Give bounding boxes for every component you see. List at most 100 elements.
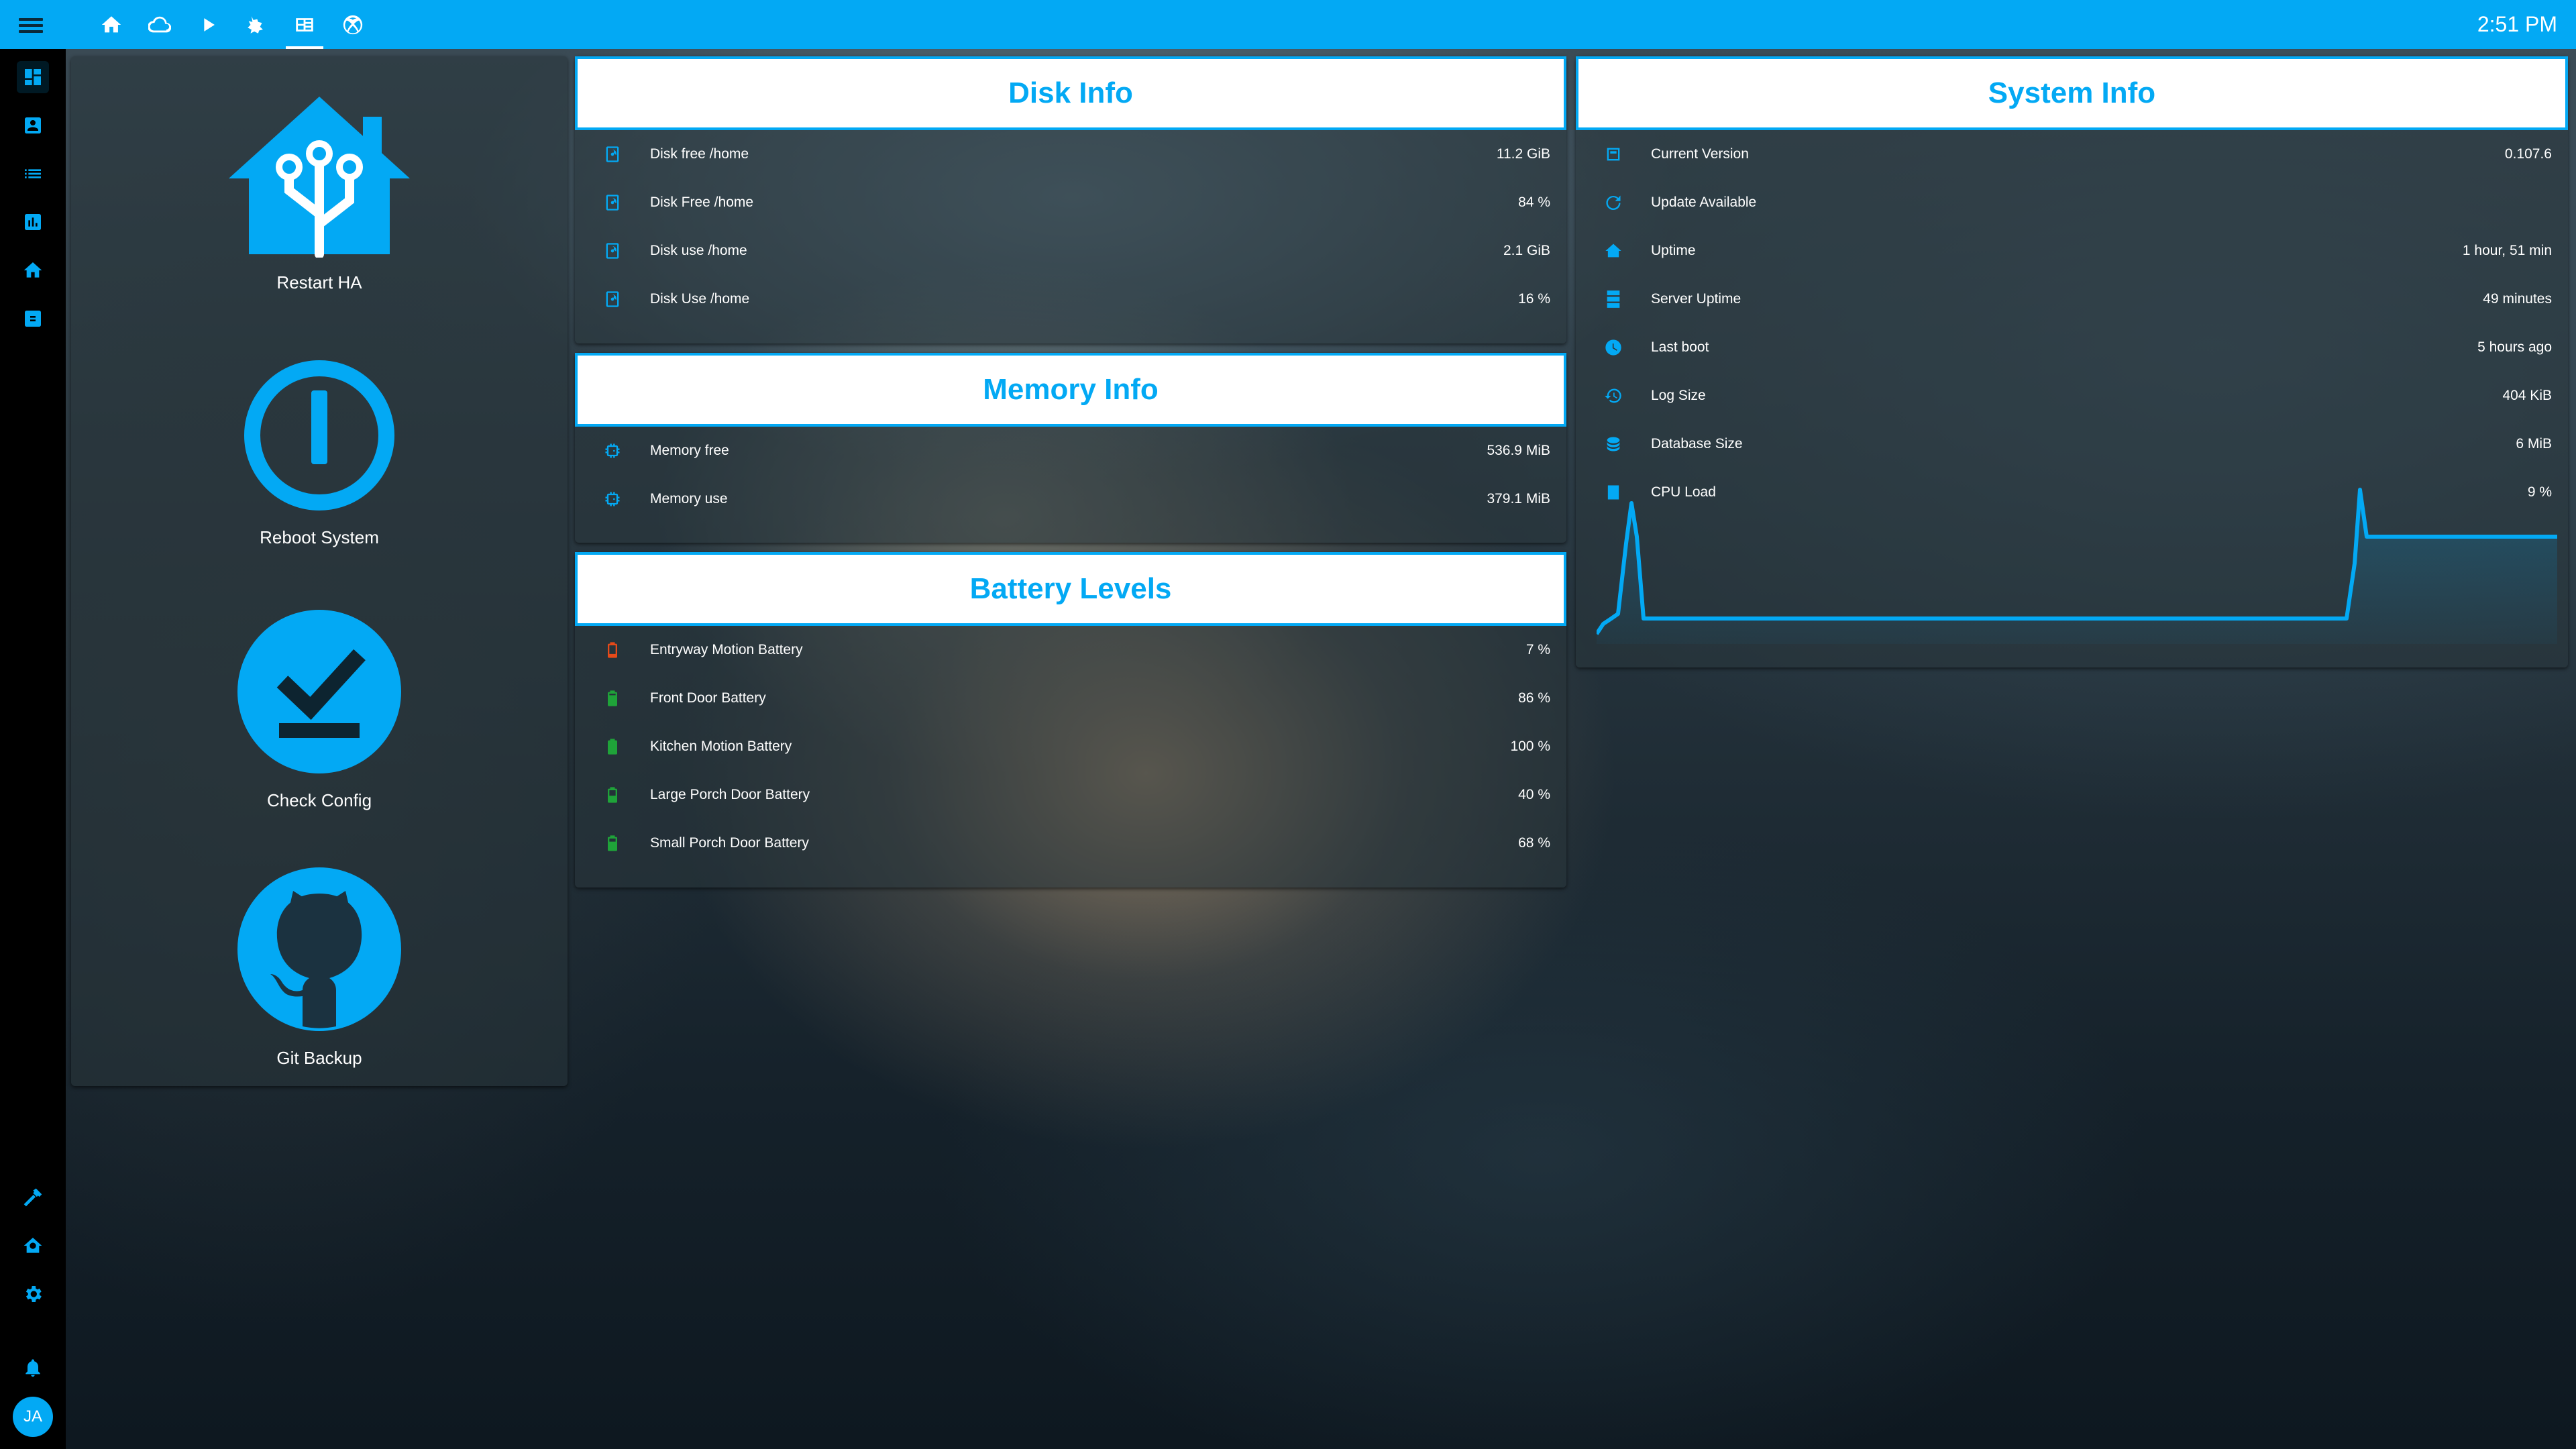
battery-levels-card: Battery Levels Entryway Motion Battery 7… xyxy=(575,552,1566,888)
memory-icon xyxy=(602,488,623,510)
disk-row-value: 2.1 GiB xyxy=(1503,243,1550,258)
battery-row[interactable]: Small Porch Door Battery 68 % xyxy=(575,819,1566,867)
battery-row[interactable]: Kitchen Motion Battery 100 % xyxy=(575,722,1566,771)
xbox-icon xyxy=(343,15,363,34)
tab-home[interactable] xyxy=(87,0,136,49)
battery-full-icon xyxy=(602,736,623,757)
tab-server[interactable] xyxy=(280,0,329,49)
chart-icon[interactable] xyxy=(17,206,49,238)
list-icon[interactable] xyxy=(17,158,49,190)
play-icon xyxy=(204,17,215,32)
update-icon xyxy=(1603,192,1624,213)
check-config-label: Check Config xyxy=(266,790,372,810)
clock-icon xyxy=(1603,337,1624,358)
system-row-label: Server Uptime xyxy=(1651,291,1741,307)
home-assistant-icon xyxy=(1603,240,1624,262)
tab-media[interactable] xyxy=(184,0,232,49)
memory-row[interactable]: Memory free 536.9 MiB xyxy=(575,427,1566,475)
harddisk-icon xyxy=(602,240,623,262)
avatar[interactable]: JA xyxy=(13,1397,53,1437)
battery-row[interactable]: Front Door Battery 86 % xyxy=(575,674,1566,722)
restart-ha-label: Restart HA xyxy=(276,272,362,292)
battery-row-value: 68 % xyxy=(1518,835,1550,851)
system-row-value: 6 MiB xyxy=(2516,436,2552,451)
memory-row-value: 379.1 MiB xyxy=(1487,491,1550,506)
system-row-label: Current Version xyxy=(1651,146,1749,162)
memory-row-label: Memory free xyxy=(650,443,729,458)
reboot-system-button[interactable]: Reboot System xyxy=(71,358,568,548)
disk-row[interactable]: Disk free /home 11.2 GiB xyxy=(575,130,1566,178)
home-icon[interactable] xyxy=(17,254,49,286)
calendar-icon[interactable] xyxy=(17,303,49,335)
tab-xbox[interactable] xyxy=(329,0,377,49)
system-row-label: Log Size xyxy=(1651,388,1706,403)
system-row-value: 0.107.6 xyxy=(2504,146,2552,162)
system-row-label: Database Size xyxy=(1651,436,1743,451)
disk-row-label: Disk Free /home xyxy=(650,195,754,210)
top-app-bar: 2:51 PM xyxy=(0,0,2576,49)
disk-row-value: 16 % xyxy=(1518,291,1550,307)
git-backup-label: Git Backup xyxy=(276,1048,362,1068)
disk-info-title: Disk Info xyxy=(1008,76,1133,109)
system-row[interactable]: Server Uptime 49 minutes xyxy=(1576,275,2568,323)
system-row[interactable]: Current Version 0.107.6 xyxy=(1576,130,2568,178)
gear-icon[interactable] xyxy=(17,1278,49,1310)
disk-row[interactable]: Disk Use /home 16 % xyxy=(575,275,1566,323)
disk-row-label: Disk Use /home xyxy=(650,291,750,307)
memory-row[interactable]: Memory use 379.1 MiB xyxy=(575,475,1566,523)
battery-levels-header: Battery Levels xyxy=(575,552,1566,626)
check-config-button[interactable]: Check Config xyxy=(71,608,568,811)
battery-icon xyxy=(602,833,623,854)
check-circle-icon xyxy=(237,610,401,773)
system-row[interactable]: Last boot 5 hours ago xyxy=(1576,323,2568,372)
battery-row[interactable]: Large Porch Door Battery 40 % xyxy=(575,771,1566,819)
disk-row-value: 11.2 GiB xyxy=(1496,146,1550,162)
system-row-label: Uptime xyxy=(1651,243,1696,258)
disk-info-card: Disk Info Disk free /home 11.2 GiB Disk … xyxy=(575,56,1566,343)
home-settings-icon[interactable] xyxy=(17,1230,49,1262)
hammer-icon[interactable] xyxy=(17,1181,49,1214)
clock: 2:51 PM xyxy=(2477,12,2557,36)
actions-card: Restart HA Reboot System Check Config Gi… xyxy=(71,56,568,1086)
disk-info-header: Disk Info xyxy=(575,56,1566,130)
system-row-value: 49 minutes xyxy=(2483,291,2552,307)
memory-info-card: Memory Info Memory free 536.9 MiB Memory… xyxy=(575,353,1566,543)
harddisk-icon xyxy=(602,192,623,213)
system-row[interactable]: Log Size 404 KiB xyxy=(1576,372,2568,420)
robot-vacuum-icon xyxy=(248,15,263,34)
restart-ha-button[interactable]: Restart HA xyxy=(71,97,568,293)
system-row-label: Update Available xyxy=(1651,195,1757,210)
disk-row-label: Disk use /home xyxy=(650,243,747,258)
package-icon xyxy=(1603,144,1624,165)
system-row[interactable]: Uptime 1 hour, 51 min xyxy=(1576,227,2568,275)
system-row[interactable]: Database Size 6 MiB xyxy=(1576,420,2568,468)
tab-vacuum[interactable] xyxy=(232,0,280,49)
system-row[interactable]: Update Available xyxy=(1576,178,2568,227)
disk-row[interactable]: Disk Free /home 84 % xyxy=(575,178,1566,227)
battery-levels-title: Battery Levels xyxy=(969,572,1172,605)
system-row-label: Last boot xyxy=(1651,339,1709,355)
battery-row[interactable]: Entryway Motion Battery 7 % xyxy=(575,626,1566,674)
system-row-value: 1 hour, 51 min xyxy=(2462,243,2552,258)
dashboard-icon[interactable] xyxy=(17,61,49,93)
battery-row-label: Kitchen Motion Battery xyxy=(650,739,792,754)
power-icon xyxy=(244,360,394,511)
system-row-value: 5 hours ago xyxy=(2477,339,2552,355)
memory-row-label: Memory use xyxy=(650,491,728,506)
memory-info-header: Memory Info xyxy=(575,353,1566,427)
tab-cloud[interactable] xyxy=(136,0,184,49)
git-backup-button[interactable]: Git Backup xyxy=(71,865,568,1069)
disk-row-label: Disk free /home xyxy=(650,146,749,162)
battery-icon xyxy=(602,688,623,709)
battery-row-label: Small Porch Door Battery xyxy=(650,835,809,851)
battery-medium-icon xyxy=(602,784,623,806)
server-icon xyxy=(1603,288,1624,310)
cpu-load-sparkline xyxy=(1597,488,2557,644)
battery-row-value: 86 % xyxy=(1518,690,1550,706)
database-icon xyxy=(1603,433,1624,455)
menu-icon[interactable] xyxy=(19,15,43,35)
bell-icon[interactable] xyxy=(17,1352,49,1384)
disk-row[interactable]: Disk use /home 2.1 GiB xyxy=(575,227,1566,275)
memory-row-value: 536.9 MiB xyxy=(1487,443,1550,458)
account-box-icon[interactable] xyxy=(17,109,49,142)
